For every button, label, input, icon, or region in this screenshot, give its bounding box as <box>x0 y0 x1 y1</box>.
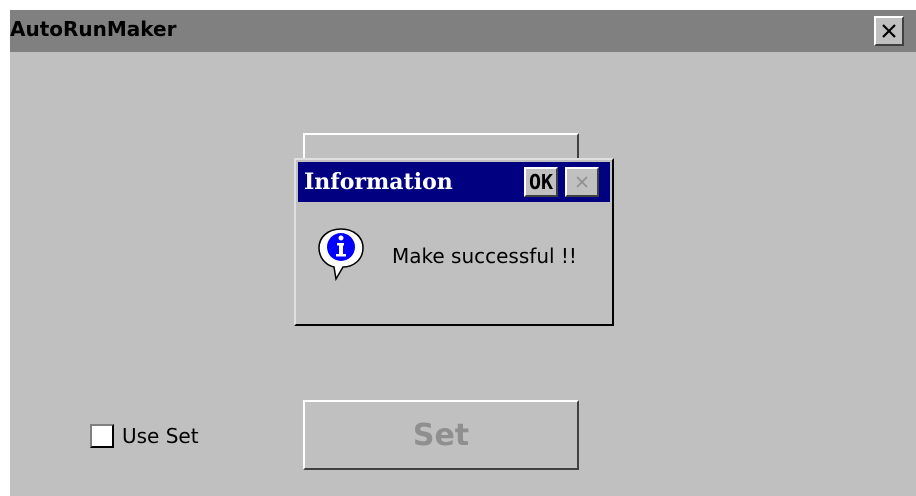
set-button[interactable]: Set <box>303 400 579 470</box>
use-set-checkbox[interactable] <box>90 424 114 448</box>
use-set-label: Use Set <box>122 424 199 448</box>
info-icon <box>318 228 364 282</box>
close-icon <box>576 176 588 188</box>
ok-button[interactable]: OK <box>524 167 558 197</box>
dialog-message: Make successful !! <box>392 244 577 268</box>
dialog-titlebar[interactable]: Information OK <box>298 162 610 202</box>
use-set-option[interactable]: Use Set <box>90 424 199 448</box>
close-icon <box>882 24 896 38</box>
window-title: AutoRunMaker <box>10 17 177 41</box>
window-titlebar[interactable]: AutoRunMaker <box>10 10 916 52</box>
window-close-button[interactable] <box>874 16 904 46</box>
dialog-title: Information <box>304 169 453 195</box>
information-dialog: Information OK Make successful !! <box>294 158 614 326</box>
dialog-close-button[interactable] <box>565 167 599 197</box>
